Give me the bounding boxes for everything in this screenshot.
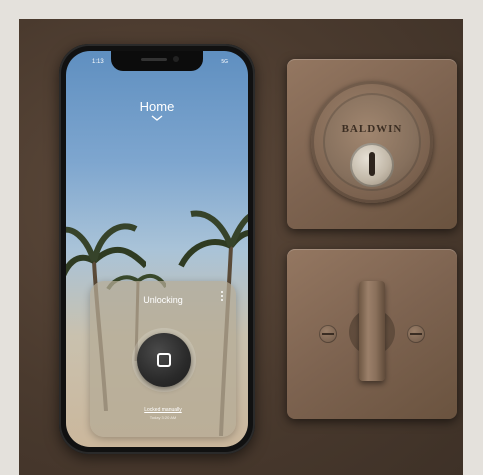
chevron-down-icon[interactable] [151,115,163,121]
lock-status-time: Today 3:20 AM [149,415,177,420]
lock-card-title: Unlocking [143,295,183,305]
product-photo: 1:13 5G Home Unlocking Locked manually T… [19,19,463,475]
front-camera [173,56,179,62]
screw-left-icon [319,325,337,343]
smartphone: 1:13 5G Home Unlocking Locked manually T… [59,44,255,454]
lock-icon [157,353,171,367]
thumbturn [359,281,385,381]
phone-notch [111,51,203,71]
lock-toggle-button[interactable] [137,333,191,387]
keyway-icon [369,152,375,176]
more-vertical-icon[interactable] [221,291,224,303]
key-cylinder [350,143,394,187]
speaker-grille [141,58,167,61]
home-title[interactable]: Home [66,99,248,114]
lock-card[interactable]: Unlocking Locked manually Today 3:20 AM [90,281,236,437]
deadbolt-face: BALDWIN [323,93,421,191]
deadbolt-brand: BALDWIN [341,123,403,135]
lock-status-link[interactable]: Locked manually [90,407,236,413]
status-signal: 5G [221,59,228,65]
phone-screen: 1:13 5G Home Unlocking Locked manually T… [66,51,248,447]
status-time: 1:13 [92,59,104,65]
screw-right-icon [407,325,425,343]
thumbturn-plate [287,249,457,419]
deadbolt-plate: BALDWIN [287,59,457,229]
deadbolt-rosette: BALDWIN [311,81,433,203]
